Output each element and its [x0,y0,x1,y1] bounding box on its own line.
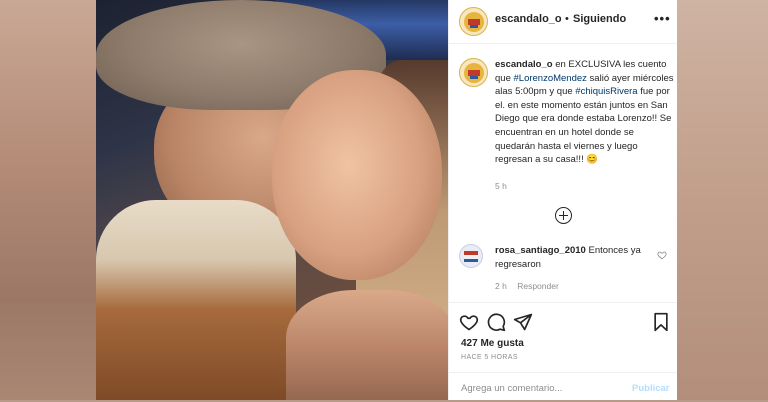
like-heart-icon[interactable] [459,312,479,332]
author-avatar[interactable] [459,7,488,36]
caption-part-3: fue por el. en este momento están juntos… [495,86,672,166]
caption-timestamp: 5 h [495,181,507,191]
comment-timestamp: 2 h [495,281,507,291]
reply-button[interactable]: Responder [517,281,559,291]
avatar-logo-icon [463,62,484,83]
post-header: escandalo_o • Siguiendo ••• [449,0,677,44]
blurred-background-left [0,0,96,400]
hashtag-lorenzo[interactable]: #LorenzoMendez [514,73,587,84]
post-actions: 427 Me gusta HACE 5 HORAS Agrega un come… [449,302,677,401]
commenter-avatar[interactable] [459,244,483,268]
hashtag-chiquis[interactable]: #chiquisRivera [575,86,637,97]
caption-author[interactable]: escandalo_o [495,59,553,70]
photo-coat-right [286,290,448,400]
author-username[interactable]: escandalo_o [495,13,562,25]
caption-author-avatar[interactable] [459,58,488,87]
post-photo[interactable] [96,0,448,400]
comment-text: rosa_santiago_2010 Entonces ya regresaro… [495,244,650,271]
share-send-icon[interactable] [513,312,533,332]
comment-bubble-icon[interactable] [486,312,506,332]
more-options-icon[interactable]: ••• [654,11,671,26]
load-more-comments-icon[interactable] [555,207,572,224]
comment-heart-icon[interactable] [657,250,667,260]
commenter-username[interactable]: rosa_santiago_2010 [495,245,586,256]
avatar-logo-icon [463,11,484,32]
save-bookmark-icon[interactable] [651,312,671,332]
blurred-background-right [676,0,768,400]
publish-button[interactable]: Publicar [632,383,670,394]
comment-meta: 2 h Responder [495,281,559,291]
comment-input[interactable]: Agrega un comentario... [461,383,562,394]
post-details-panel: escandalo_o • Siguiendo ••• escandalo_o … [448,0,677,400]
post-time-ago: HACE 5 HORAS [461,354,518,361]
likes-count[interactable]: 427 Me gusta [461,338,524,349]
header-separator: • [565,13,569,25]
photo-coat-left [96,200,296,400]
photo-person-right [272,70,442,280]
avatar-logo-icon [464,251,478,262]
following-button[interactable]: Siguiendo [573,13,626,25]
add-comment-box: Agrega un comentario... Publicar [449,372,677,402]
caption-text: escandalo_o en EXCLUSIVA les cuento que … [495,58,675,167]
